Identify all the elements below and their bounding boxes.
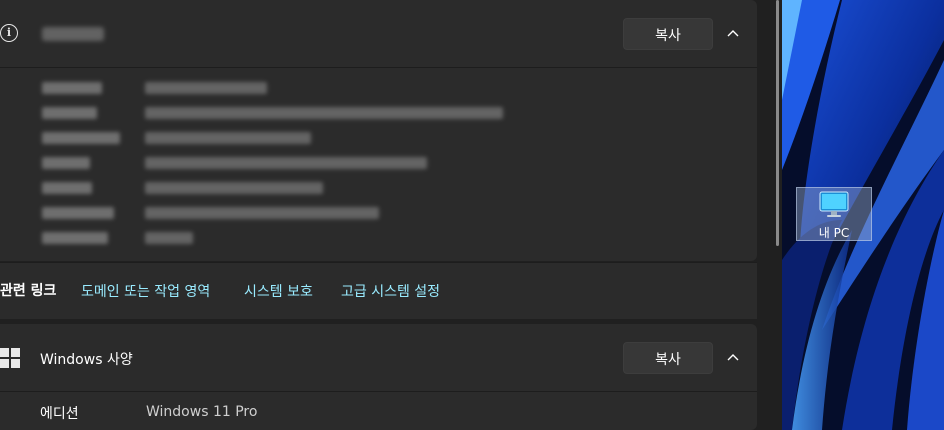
scrollbar-thumb[interactable] [776,0,779,246]
chevron-up-icon[interactable] [727,352,739,364]
spec-value-redacted [145,82,267,94]
device-specs-list [0,76,757,256]
spec-value-redacted [145,107,503,119]
windows-specs-title: Windows 사양 [40,352,133,368]
settings-window: i 복사 관련 링크 도메인 또는 작업 영역 시스템 보호 고급 시스템 설정… [0,0,782,430]
link-domain-workgroup[interactable]: 도메인 또는 작업 영역 [81,281,210,301]
spec-value-redacted [145,182,323,194]
edition-value: Windows 11 Pro [146,404,258,420]
edition-label: 에디션 [40,406,79,422]
spec-value-redacted [145,232,193,244]
divider [0,67,757,68]
spec-value-redacted [145,207,379,219]
spec-label-redacted [42,132,120,144]
monitor-icon [819,191,849,217]
spec-row [0,176,700,200]
chevron-up-icon[interactable] [727,28,739,40]
link-system-protection[interactable]: 시스템 보호 [244,281,313,301]
spec-value-redacted [145,157,427,169]
spec-label-redacted [42,182,92,194]
device-specs-title-redacted [42,27,104,41]
windows-logo-icon [0,348,20,368]
spec-label-redacted [42,232,108,244]
info-icon: i [0,24,18,42]
spec-row [0,101,700,125]
spec-row [0,151,700,175]
device-specs-card: i 복사 [0,0,757,261]
link-advanced-system-settings[interactable]: 고급 시스템 설정 [341,281,440,301]
spec-label-redacted [42,157,90,169]
desktop-icon-label: 내 PC [818,226,850,240]
copy-button[interactable]: 복사 [623,342,713,374]
spec-row [0,226,700,250]
spec-row [0,76,700,100]
related-links-bar: 관련 링크 도메인 또는 작업 영역 시스템 보호 고급 시스템 설정 [0,262,757,319]
spec-value-redacted [145,132,311,144]
spec-label-redacted [42,82,102,94]
copy-button[interactable]: 복사 [623,18,713,50]
windows-specs-card [0,324,757,430]
spec-row [0,126,700,150]
spec-row [0,201,700,225]
related-links-label: 관련 링크 [0,283,57,299]
divider [0,391,757,392]
spec-label-redacted [42,207,114,219]
device-specs-header[interactable]: i 복사 [0,0,757,67]
spec-label-redacted [42,107,97,119]
